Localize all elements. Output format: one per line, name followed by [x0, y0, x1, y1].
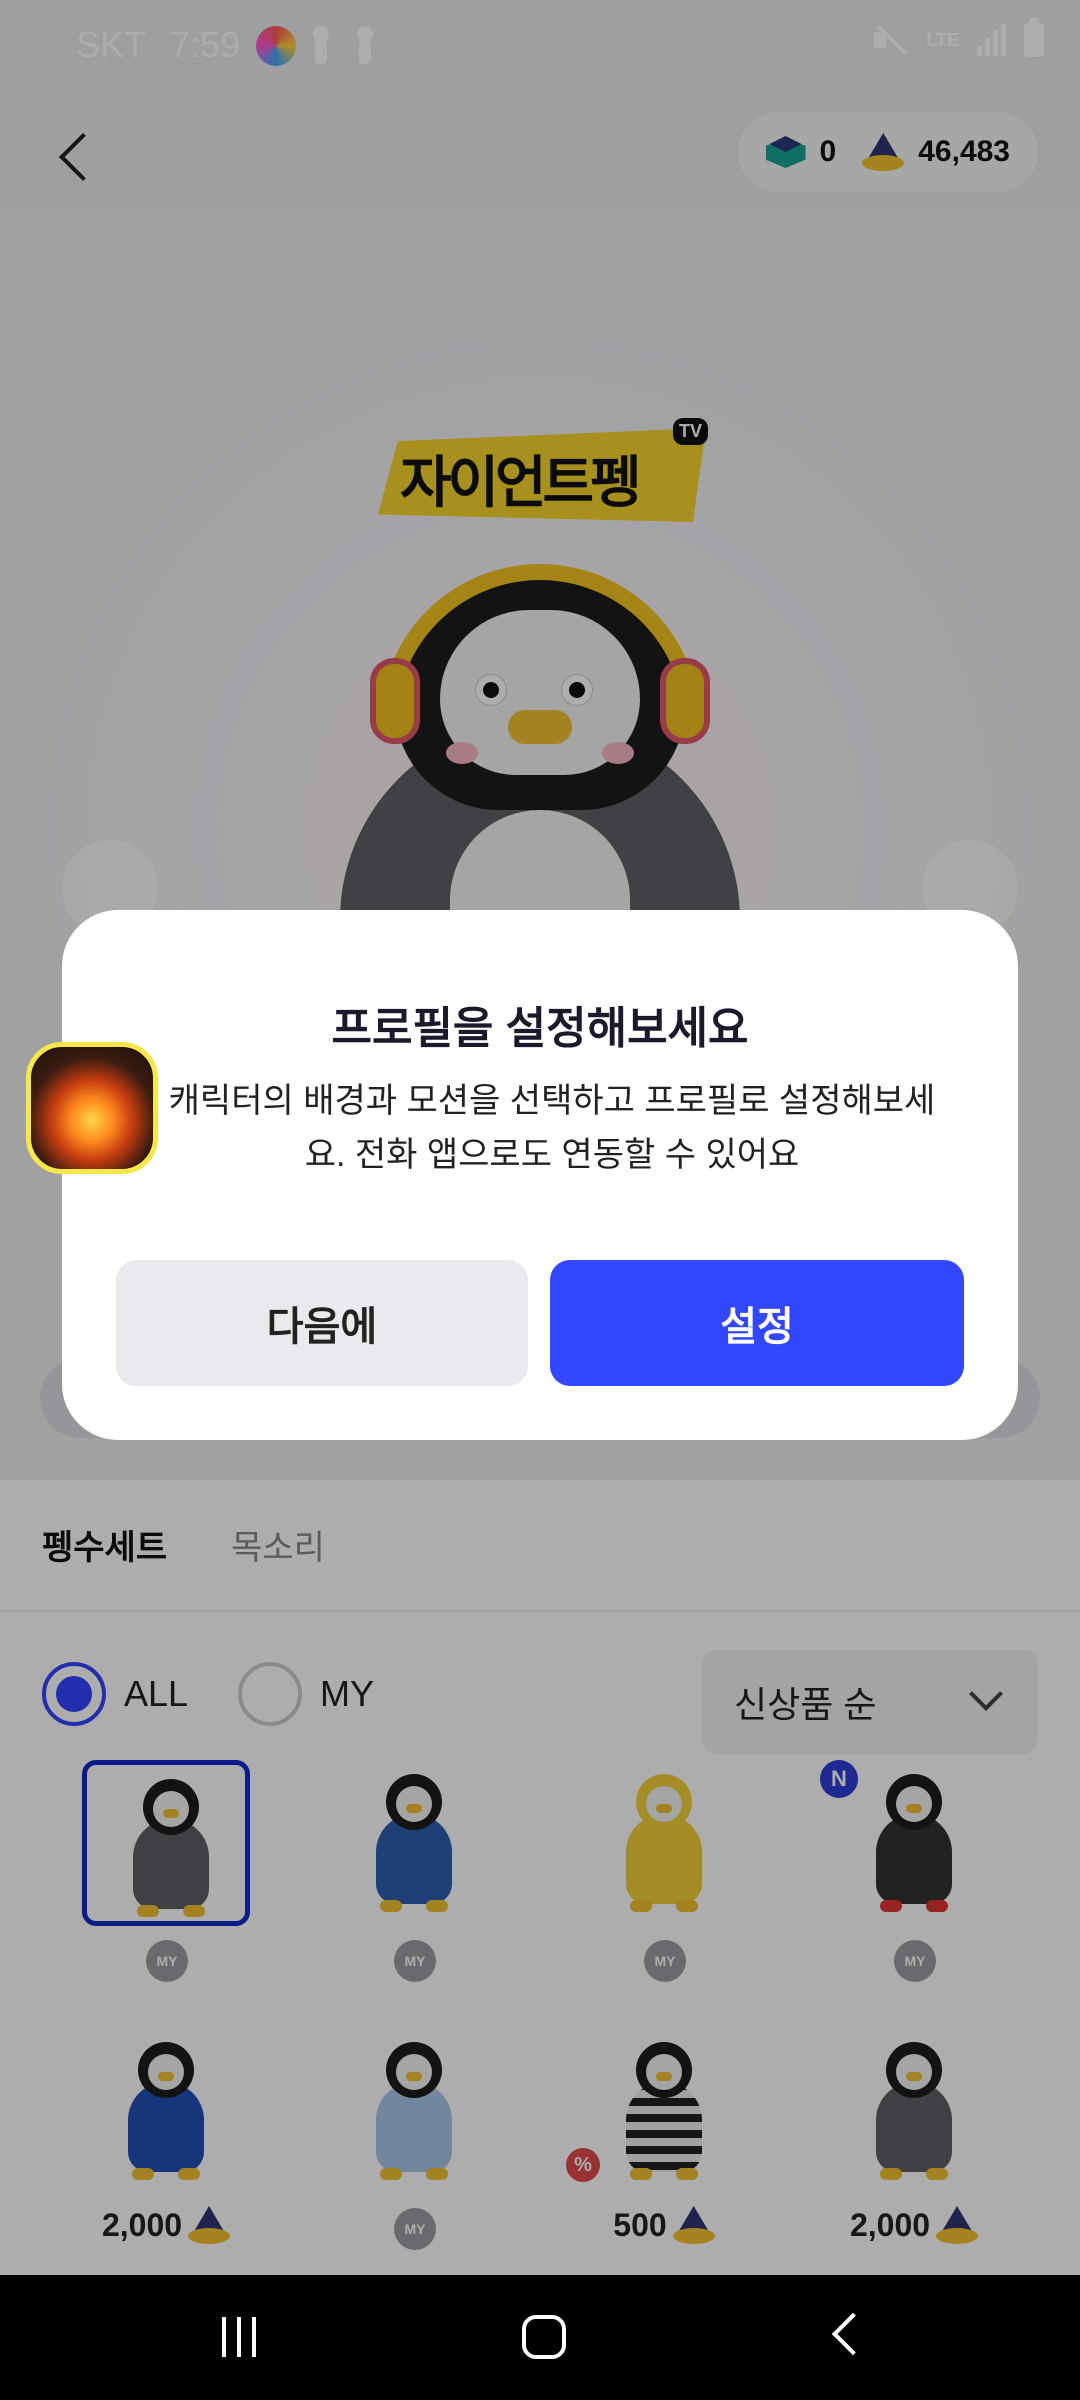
system-back-button[interactable]	[831, 2312, 875, 2356]
recent-apps-button[interactable]	[222, 2317, 266, 2357]
floating-fireplace-widget[interactable]	[26, 1042, 158, 1174]
later-button[interactable]: 다음에	[116, 1260, 528, 1386]
dialog-title: 프로필을 설정해보세요	[331, 1004, 749, 1053]
system-nav-bar	[0, 2275, 1080, 2400]
dialog-message: 캐릭터의 배경과 모션을 선택하고 프로필로 설정해보세요. 전화 앱으로도 연…	[168, 1082, 936, 1174]
home-button[interactable]	[522, 2315, 566, 2359]
profile-setup-dialog: 프로필을 설정해보세요 캐릭터의 배경과 모션을 선택하고 프로필로 설정해보세…	[62, 910, 1018, 1440]
set-profile-button[interactable]: 설정	[550, 1260, 964, 1386]
